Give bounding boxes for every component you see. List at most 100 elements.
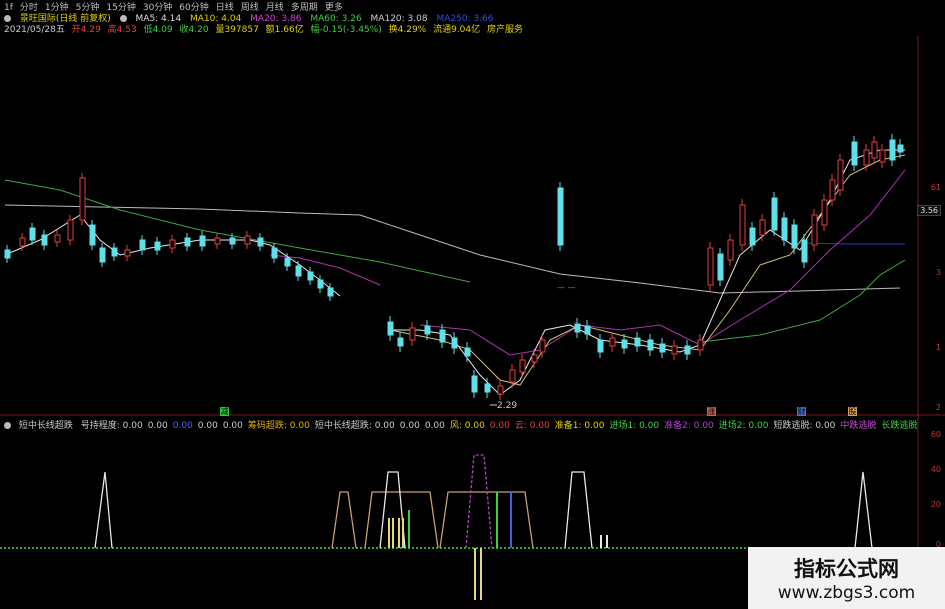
event-marker-0[interactable]: 减 (220, 407, 229, 416)
candle-body (497, 385, 504, 395)
candle-body (759, 219, 766, 236)
candle-body (509, 369, 516, 383)
candle-body (79, 177, 86, 221)
indicator-value-13: 进场1: 0.00 (609, 421, 660, 431)
candle-body (889, 139, 896, 161)
indicator-value-7: 0.00 (399, 421, 420, 431)
candle-body (471, 375, 478, 393)
indicator-bar (600, 535, 602, 548)
candle-body (697, 339, 704, 351)
candle-body (99, 247, 106, 263)
watermark-title: 指标公式网 (794, 557, 899, 581)
indicator-value-17: 中跌逃脱 (840, 421, 877, 431)
candle-body (439, 329, 446, 343)
indicator-value-11: 云: 0.00 (514, 421, 550, 431)
indicator-bar (408, 510, 410, 548)
candle-body (67, 219, 74, 241)
candle-body (671, 345, 678, 355)
indicator-value-1: 0.00 (147, 421, 168, 431)
indicator-settings-icon[interactable] (4, 422, 11, 429)
price-label-1: 1 (935, 343, 941, 352)
svg-text:— —: — — (557, 283, 576, 292)
candle-body (829, 179, 836, 201)
candle-body (397, 337, 404, 347)
price-label-3: 3 (935, 268, 941, 277)
indicator-peak-purple (465, 454, 493, 549)
indicator-value-16: 短跌逃脱: 0.00 (773, 421, 836, 431)
candle-body (409, 327, 416, 341)
candle-body (199, 235, 206, 247)
candle-body (531, 354, 538, 363)
indicator-value-18: 长跌逃脱 (881, 421, 918, 431)
candle-body (295, 265, 302, 277)
price-label-61: 61 (930, 183, 941, 192)
ma60-line-2 (699, 259, 906, 343)
indicator-value-15: 进场2: 0.00 (718, 421, 769, 431)
candle-body (609, 337, 616, 347)
candle-body (424, 325, 431, 335)
indicator-value-12: 准备1: 0.00 (554, 421, 605, 431)
indicator-peak (94, 471, 113, 549)
ma60-line (4, 179, 471, 283)
candle-body (739, 204, 746, 246)
low-price-marker: 2.29 (497, 401, 517, 411)
candle-body (659, 343, 666, 353)
candle-body (647, 339, 654, 351)
candle-body (811, 214, 818, 246)
candle-body (727, 239, 734, 261)
indicator-bar (480, 548, 482, 600)
candle-body (519, 359, 526, 373)
candle-body (771, 197, 778, 231)
indicator-header: 短中长线超跌 号持程度: 0.00 0.00 0.00 0.00 0.00 筹码超跌: 0… (4, 418, 922, 431)
candle-body (257, 237, 264, 247)
candle-body (154, 241, 161, 251)
indicator-bar (402, 518, 404, 548)
indicator-bar (606, 535, 608, 548)
ma120-line (4, 204, 901, 294)
candle-body (317, 279, 324, 289)
candle-body (271, 247, 278, 259)
watermark: 指标公式网 www.zbgs3.com (748, 547, 945, 609)
indicator-value-8: 0.00 (424, 421, 445, 431)
candle-body (169, 239, 176, 249)
kline-chart[interactable]: — — 2.29 (0, 0, 945, 609)
candle-body (451, 337, 458, 349)
candle-body (327, 287, 334, 297)
candle-body (29, 227, 36, 241)
indicator-axis-label-40: 40 (930, 465, 941, 474)
candle-body (634, 337, 641, 347)
candle-body (229, 237, 236, 245)
candle-body (139, 239, 146, 251)
candle-body (19, 237, 26, 247)
candle-body (621, 339, 628, 349)
indicator-plateau (331, 491, 357, 549)
candle-body (54, 234, 61, 243)
indicator-name: 短中长线超跌 (18, 421, 73, 431)
candle-body (89, 224, 96, 246)
candle-body (41, 234, 48, 246)
indicator-value-4: 0.00 (222, 421, 243, 431)
indicator-value-9: 风: 0.00 (449, 421, 485, 431)
current-price-label: 3.56 (917, 205, 941, 216)
candle-body (124, 249, 131, 257)
event-marker-3[interactable]: 股 (848, 407, 857, 416)
indicator-bar (388, 518, 390, 548)
candle-body (801, 239, 808, 263)
candle-body (214, 237, 221, 245)
indicator-value-14: 准备2: 0.00 (664, 421, 714, 431)
indicator-bar (496, 492, 498, 548)
candle-body (791, 224, 798, 249)
price-label-2: 2 (935, 403, 941, 412)
indicator-value-0: 号持程度: 0.00 (80, 421, 143, 431)
indicator-value-5: 筹码超跌: 0.00 (247, 421, 310, 431)
event-marker-1[interactable]: 涨 (707, 407, 716, 416)
candle-body (464, 347, 471, 357)
candle-body (307, 271, 314, 281)
indicator-bar (398, 518, 400, 548)
candle-body (897, 144, 904, 153)
event-marker-2[interactable]: 财 (797, 407, 806, 416)
indicator-plateau (364, 491, 439, 549)
candle-body (484, 383, 491, 393)
indicator-plateau (439, 491, 534, 549)
candle-body (387, 321, 394, 336)
